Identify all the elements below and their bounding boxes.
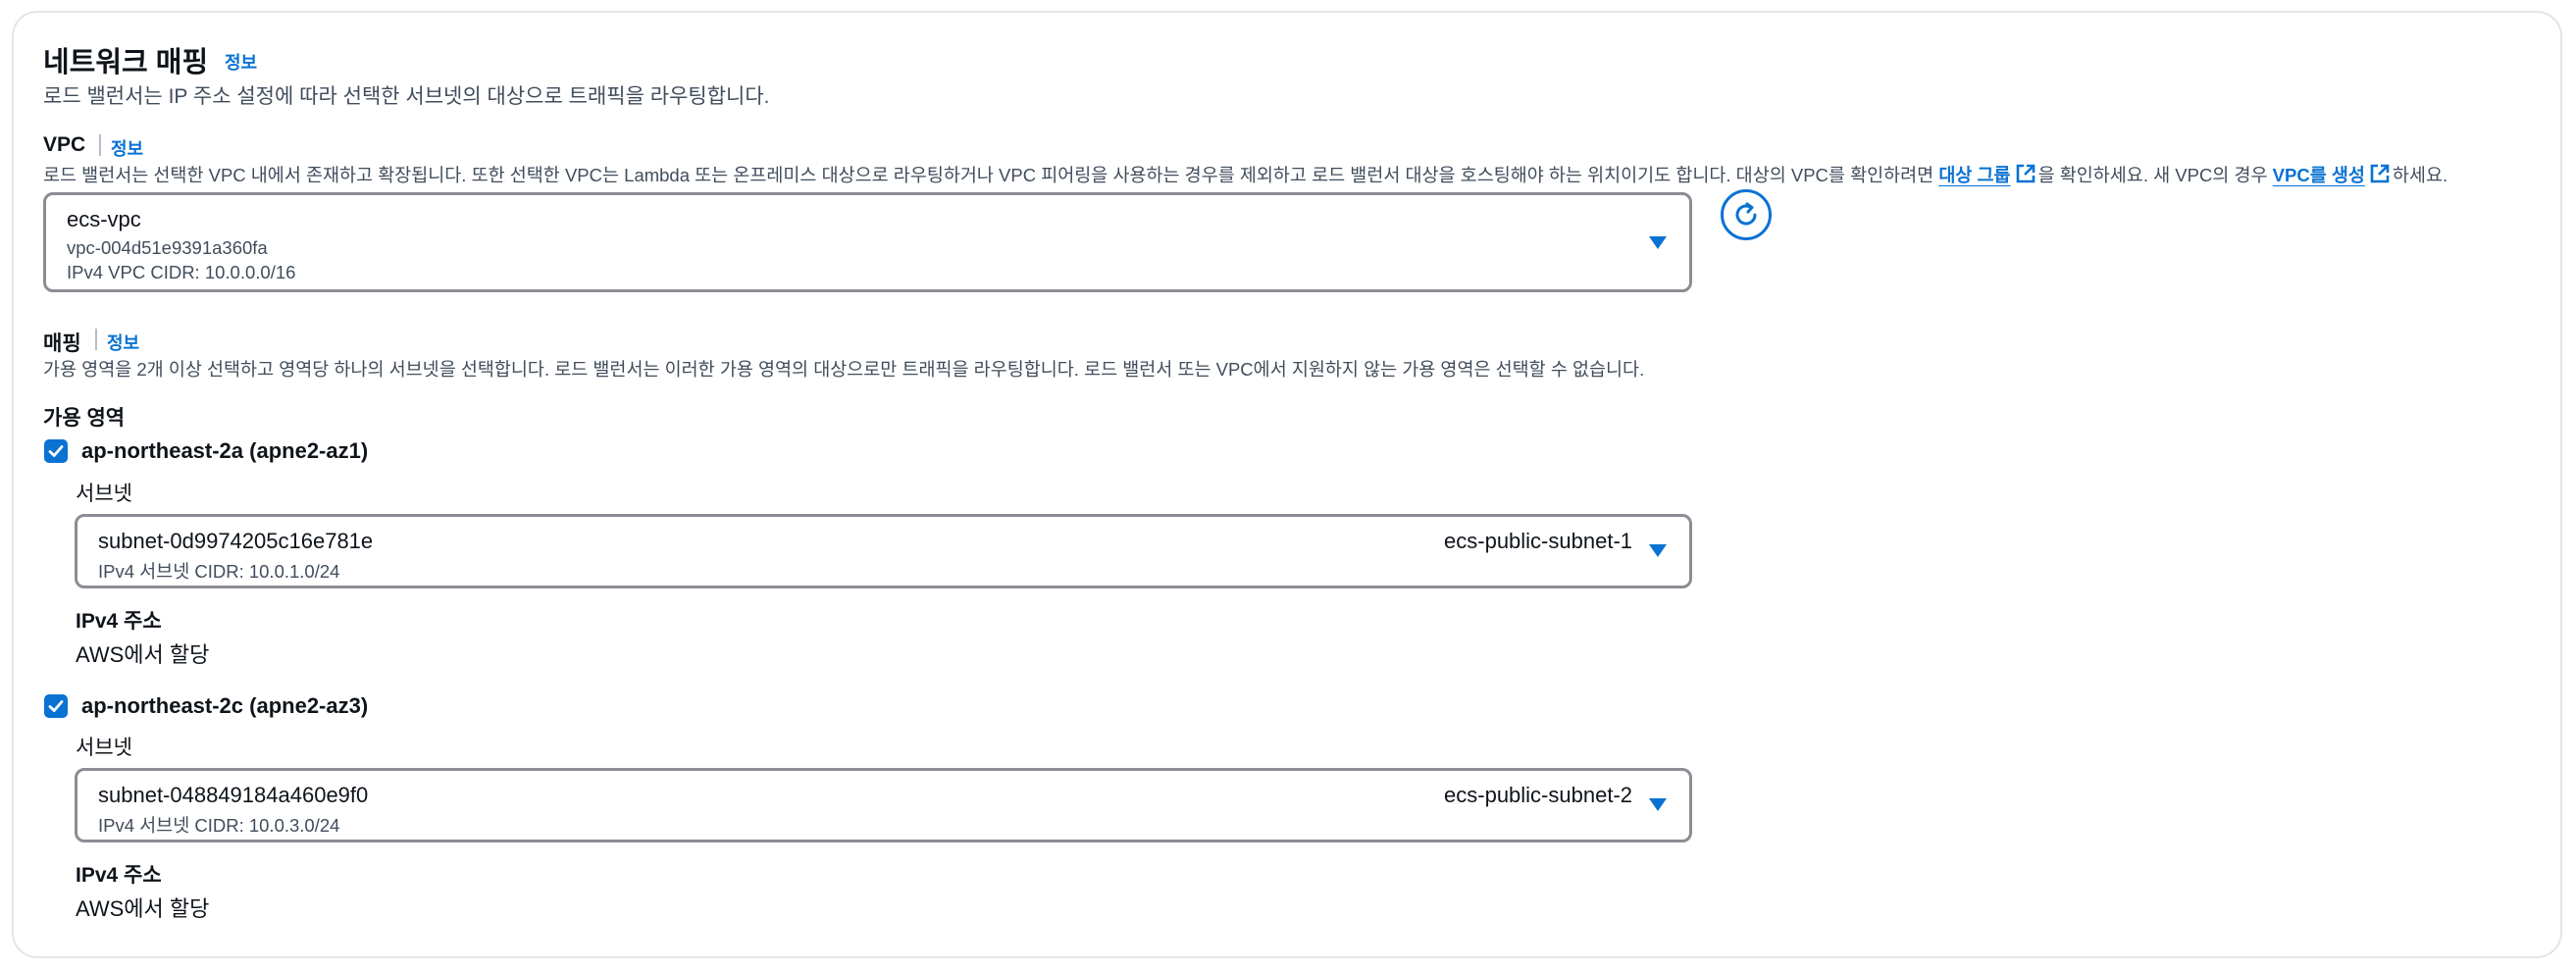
az-2-subnet-label: 서브넷 — [76, 737, 132, 759]
vpc-label-divider — [99, 134, 101, 156]
az-2-subnet-name: ecs-public-subnet-2 — [1444, 783, 1632, 807]
az-1-subnet-cidr: IPv4 서브넷 CIDR: 10.0.1.0/24 — [98, 561, 340, 582]
vpc-description: 로드 밸런서는 선택한 VPC 내에서 존재하고 확장됩니다. 또한 선택한 V… — [43, 162, 2447, 187]
checkmark-icon — [48, 700, 64, 712]
refresh-vpc-button[interactable] — [1721, 189, 1772, 240]
chevron-down-icon — [1649, 236, 1667, 249]
az-1-subnet-id: subnet-0d9974205c16e781e — [98, 529, 374, 553]
chevron-down-icon — [1649, 544, 1667, 557]
external-link-icon — [2370, 164, 2390, 183]
az-2-label: ap-northeast-2c (apne2-az3) — [81, 693, 369, 718]
vpc-description-text: 로드 밸런서는 선택한 VPC 내에서 존재하고 확장됩니다. 또한 선택한 V… — [43, 165, 1939, 185]
vpc-description-post: 하세요. — [2392, 165, 2448, 185]
az-1-ipv4-value: AWS에서 할당 — [76, 642, 210, 667]
external-link-icon — [2016, 164, 2035, 183]
az-heading: 가용 영역 — [43, 407, 126, 430]
vpc-description-mid: 을 확인하세요. 새 VPC의 경우 — [2037, 165, 2273, 185]
vpc-select[interactable]: ecs-vpc vpc-004d51e9391a360fa IPv4 VPC C… — [43, 192, 1692, 292]
create-vpc-link-label: VPC를 생성 — [2272, 165, 2365, 185]
mapping-description: 가용 영역을 2개 이상 선택하고 영역당 하나의 서브넷을 선택합니다. 로드… — [43, 359, 1645, 380]
mapping-info-link[interactable]: 정보 — [107, 330, 139, 355]
az-1-subnet-name: ecs-public-subnet-1 — [1444, 529, 1632, 553]
chevron-down-icon — [1649, 798, 1667, 811]
az-1-ipv4-label: IPv4 주소 — [76, 610, 162, 633]
vpc-label: VPC — [43, 133, 86, 156]
vpc-info-link[interactable]: 정보 — [111, 135, 143, 161]
mapping-label-divider — [95, 329, 97, 350]
az-2-checkbox[interactable] — [44, 694, 68, 718]
vpc-select-name: ecs-vpc — [67, 207, 141, 231]
az-2-subnet-select[interactable]: subnet-048849184a460e9f0 IPv4 서브넷 CIDR: … — [75, 768, 1692, 842]
vpc-select-cidr: IPv4 VPC CIDR: 10.0.0.0/16 — [67, 262, 296, 282]
section-info-link[interactable]: 정보 — [225, 49, 257, 75]
section-description: 로드 밸런서는 IP 주소 설정에 따라 선택한 서브넷의 대상으로 트래픽을 … — [43, 85, 770, 108]
mapping-label: 매핑 — [43, 332, 81, 355]
az-1-subnet-select[interactable]: subnet-0d9974205c16e781e IPv4 서브넷 CIDR: … — [75, 514, 1692, 588]
az-2-ipv4-label: IPv4 주소 — [76, 864, 162, 887]
target-group-link[interactable]: 대상 그룹 — [1938, 164, 2037, 185]
target-group-link-label: 대상 그룹 — [1938, 165, 2011, 185]
create-vpc-link[interactable]: VPC를 생성 — [2272, 164, 2393, 185]
az-2-subnet-id: subnet-048849184a460e9f0 — [98, 783, 369, 807]
section-title: 네트워크 매핑 — [43, 47, 209, 78]
vpc-select-id: vpc-004d51e9391a360fa — [67, 237, 268, 258]
az-2-ipv4-value: AWS에서 할당 — [76, 896, 210, 921]
checkmark-icon — [48, 445, 64, 457]
az-1-checkbox[interactable] — [44, 439, 68, 463]
az-1-subnet-label: 서브넷 — [76, 483, 132, 505]
az-1-label: ap-northeast-2a (apne2-az1) — [81, 438, 369, 463]
refresh-icon — [1735, 202, 1757, 226]
az-2-subnet-cidr: IPv4 서브넷 CIDR: 10.0.3.0/24 — [98, 815, 340, 836]
